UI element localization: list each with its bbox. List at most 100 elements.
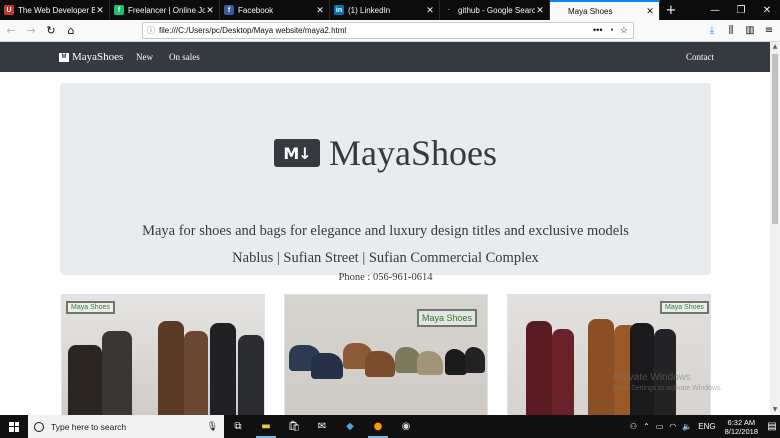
maya-shoes-tag: Maya Shoes — [660, 301, 709, 314]
language-indicator[interactable]: ENG — [698, 422, 715, 431]
hero-jumbotron: M↓ MayaShoes Maya for shoes and bags for… — [60, 83, 711, 283]
shoe-image — [445, 349, 467, 375]
scroll-down-arrow-icon[interactable]: ▼ — [770, 405, 780, 415]
library-icon[interactable]: ⫼ — [724, 22, 738, 39]
maya-shoes-tag: Maya Shoes — [66, 301, 115, 314]
toolbar-icons: ⤓ ⫼ ▥ ≡ — [705, 22, 776, 39]
forward-button[interactable]: → — [22, 22, 40, 40]
taskbar-search-box[interactable]: Type here to search 🎙 — [28, 415, 224, 438]
page-actions-icon[interactable]: ••• — [593, 25, 602, 36]
site-brand[interactable]: M MayaShoes — [59, 51, 123, 63]
close-icon[interactable]: ✕ — [645, 6, 655, 17]
hero-tagline: Maya for shoes and bags for elegance and… — [142, 223, 629, 239]
nav-link-contact[interactable]: Contact — [686, 52, 714, 62]
pocket-icon[interactable]: ◔ — [608, 25, 613, 36]
facebook-icon: f — [224, 5, 234, 15]
shoe-image — [311, 353, 343, 379]
chrome-icon[interactable]: ◉ — [392, 415, 420, 438]
shoe-image — [465, 347, 485, 373]
people-icon[interactable]: ⚇ — [630, 422, 637, 431]
tab-linkedin[interactable]: in (1) LinkedIn ✕ — [330, 0, 440, 20]
info-icon[interactable]: ⓘ — [143, 25, 159, 36]
close-icon[interactable]: ✕ — [95, 5, 105, 16]
window-close-button[interactable]: ✕ — [754, 0, 780, 20]
hero-title: MayaShoes — [329, 133, 497, 173]
download-icon[interactable]: ⤓ — [705, 22, 719, 39]
address-bar[interactable]: ⓘ file:///C:/Users/pc/Desktop/Maya websi… — [142, 22, 634, 39]
product-card[interactable]: Maya Shoes — [507, 294, 711, 415]
tab-maya-shoes[interactable]: Maya Shoes ✕ — [550, 0, 660, 20]
shoe-image — [417, 351, 443, 375]
watermark-subtitle: Go to Settings to activate Windows. — [612, 385, 723, 392]
page-scrollbar[interactable]: ▲ ▼ — [770, 42, 780, 415]
brand-name: MayaShoes — [72, 51, 124, 63]
product-card[interactable]: Maya Shoes — [284, 294, 488, 415]
boot-image — [526, 321, 552, 415]
boot-image — [68, 345, 102, 415]
minimize-button[interactable]: — — [702, 0, 728, 20]
volume-icon[interactable]: 🔈 — [682, 422, 692, 431]
site-navbar: M MayaShoes New On sales Contact — [0, 42, 770, 72]
close-icon[interactable]: ✕ — [315, 5, 325, 16]
tab-web-developer[interactable]: U The Web Developer Boo ✕ — [0, 0, 110, 20]
markdown-icon: M — [59, 52, 69, 62]
tab-title: github - Google Search — [458, 5, 535, 15]
bookmark-star-icon[interactable]: ☆ — [620, 25, 628, 36]
activate-windows-watermark: Activate Windows Go to Settings to activ… — [612, 372, 723, 392]
action-center-icon[interactable]: ▤ — [764, 415, 780, 438]
boot-image — [630, 323, 654, 415]
mail-icon[interactable]: ✉ — [308, 415, 336, 438]
clock-date: 8/12/2018 — [724, 426, 758, 436]
sidebar-icon[interactable]: ▥ — [743, 22, 757, 39]
hero-address: Nablus | Sufian Street | Sufian Commerci… — [232, 250, 539, 266]
hero-phone: Phone : 056-961-0614 — [338, 272, 433, 283]
tab-title: The Web Developer Boo — [18, 5, 95, 15]
freelancer-icon: f — [114, 5, 124, 15]
windows-taskbar: Type here to search 🎙 ⧉ ▬ 🛍 ✉ ◆ ● ◉ ⚇ ⌃ … — [0, 415, 780, 438]
scrollbar-thumb[interactable] — [772, 54, 778, 224]
url-text[interactable]: file:///C:/Users/pc/Desktop/Maya website… — [159, 26, 593, 35]
scroll-up-arrow-icon[interactable]: ▲ — [770, 42, 780, 52]
menu-icon[interactable]: ≡ — [762, 22, 776, 39]
start-button[interactable] — [0, 415, 28, 438]
restore-button[interactable]: ❐ — [728, 0, 754, 20]
cortana-icon — [34, 421, 44, 432]
watermark-title: Activate Windows — [612, 372, 691, 383]
boot-image — [184, 331, 208, 415]
product-card[interactable]: Maya Shoes — [61, 294, 265, 415]
close-icon[interactable]: ✕ — [425, 5, 435, 16]
tray-chevron-icon[interactable]: ⌃ — [643, 422, 650, 431]
close-icon[interactable]: ✕ — [535, 5, 545, 16]
shoe-image — [365, 351, 395, 377]
firefox-icon[interactable]: ● — [364, 415, 392, 438]
windows-app-icon[interactable]: ◆ — [336, 415, 364, 438]
file-explorer-icon[interactable]: ▬ — [252, 415, 280, 438]
tab-facebook[interactable]: f Facebook ✕ — [220, 0, 330, 20]
tab-title: Maya Shoes — [568, 6, 613, 16]
boot-image — [210, 323, 236, 415]
home-button[interactable]: ⌂ — [62, 22, 80, 40]
system-tray: ⚇ ⌃ ▭ ◠ 🔈 ENG 6:32 AM 8/12/2018 ▤ — [627, 415, 780, 438]
reload-button[interactable]: ↻ — [42, 22, 60, 40]
tab-github-search[interactable]: · github - Google Search ✕ — [440, 0, 550, 20]
nav-link-on-sales[interactable]: On sales — [169, 52, 200, 62]
close-icon[interactable]: ✕ — [205, 5, 215, 16]
udemy-icon: U — [4, 5, 14, 15]
browser-toolbar: ← → ↻ ⌂ ⓘ file:///C:/Users/pc/Desktop/Ma… — [0, 20, 780, 42]
nav-link-new[interactable]: New — [136, 52, 153, 62]
boot-image — [552, 329, 574, 415]
back-button[interactable]: ← — [2, 22, 20, 40]
boot-image — [238, 335, 264, 415]
network-icon[interactable]: ◠ — [669, 422, 676, 431]
windows-logo-icon — [9, 421, 19, 432]
battery-icon[interactable]: ▭ — [656, 422, 664, 431]
search-icon: · — [447, 6, 451, 14]
task-view-icon[interactable]: ⧉ — [224, 415, 252, 438]
store-icon[interactable]: 🛍 — [280, 415, 308, 438]
microphone-icon[interactable]: 🎙 — [207, 421, 218, 432]
boot-image — [158, 321, 184, 415]
new-tab-button[interactable]: + — [660, 0, 682, 20]
tab-title: (1) LinkedIn — [348, 5, 391, 15]
taskbar-clock[interactable]: 6:32 AM 8/12/2018 — [725, 418, 758, 436]
tab-freelancer[interactable]: f Freelancer | Online Jobs ✕ — [110, 0, 220, 20]
